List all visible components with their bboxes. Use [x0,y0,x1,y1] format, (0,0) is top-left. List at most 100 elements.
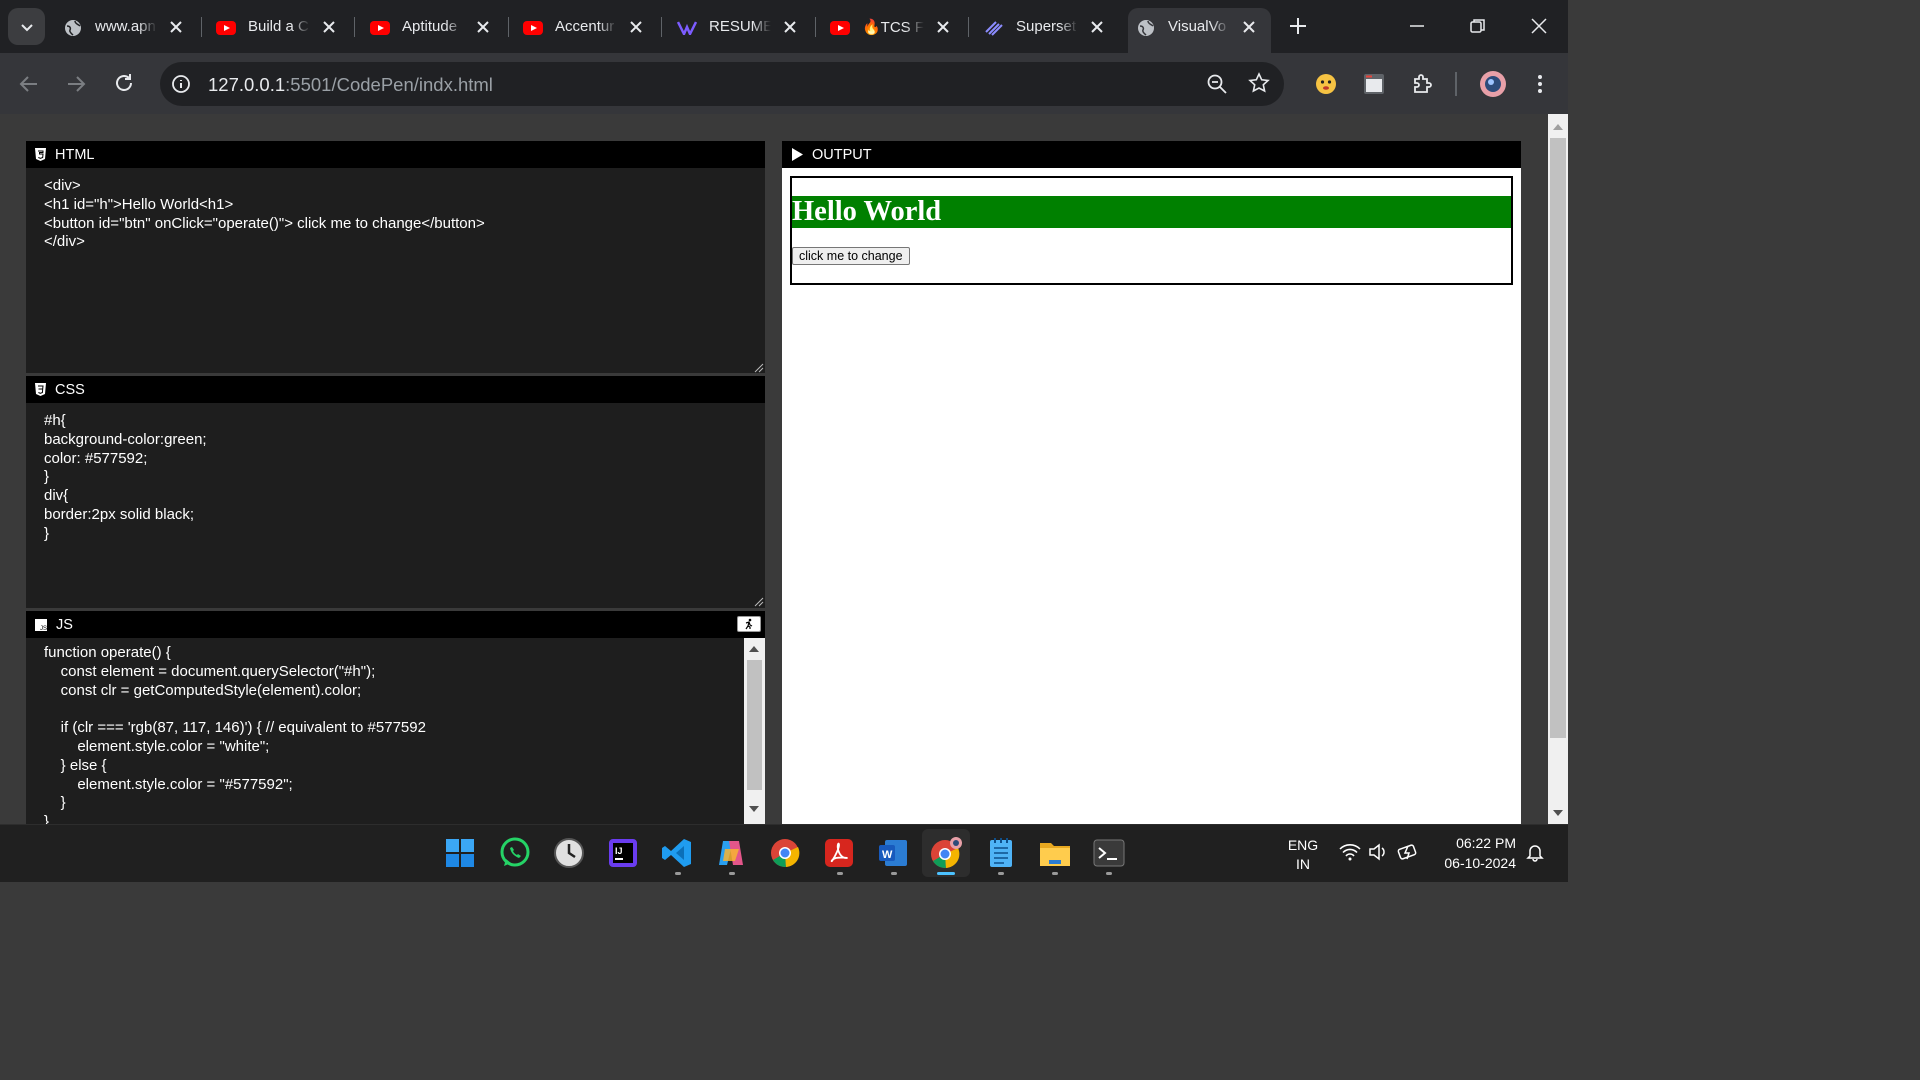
tab-title: 🔥TCS Fr [862,19,924,36]
resume-logo-icon [677,18,697,38]
battery-charging-icon[interactable] [1397,842,1421,862]
html-editor[interactable]: <div> <h1 id="h">Hello World<h1> <button… [26,168,765,373]
new-tab-plus-icon[interactable] [1288,16,1308,36]
extensions-puzzle-icon[interactable] [1410,72,1434,96]
play-icon [791,148,803,161]
clock-date: 06-10-2024 [1444,855,1516,871]
globe-icon [63,18,83,38]
close-icon[interactable] [934,18,952,36]
css3-icon [35,383,46,396]
tab-5[interactable]: 🔥TCS Fr [822,8,968,46]
forward-arrow-icon[interactable] [65,73,87,95]
output-change-button[interactable]: click me to change [792,247,910,265]
clock-app-icon[interactable] [552,836,586,870]
tab-separator [508,17,509,37]
scroll-down-arrow-icon[interactable] [748,804,760,814]
tab-title: VisualVo [1168,18,1227,35]
page-scrollbar-thumb[interactable] [1550,138,1566,738]
close-icon[interactable] [474,18,492,36]
output-div: Hello World click me to change [790,176,1513,285]
chrome-icon[interactable] [768,836,802,870]
resize-grip-icon[interactable] [754,363,764,373]
running-indicator [837,872,843,875]
running-indicator [1052,872,1058,875]
close-icon[interactable] [781,18,799,36]
file-explorer-icon[interactable] [1038,836,1072,870]
windows-start-icon[interactable] [443,836,477,870]
scroll-up-arrow-icon[interactable] [1552,122,1564,132]
running-indicator [729,872,735,875]
site-info-icon[interactable] [171,74,191,94]
html5-icon [35,148,46,161]
js-scrollbar-thumb[interactable] [747,660,762,790]
tab-7-active[interactable]: VisualVo [1128,8,1271,53]
run-button[interactable] [737,616,761,632]
tab-separator [968,17,969,37]
running-indicator [675,872,681,875]
notification-bell-icon[interactable] [1525,842,1545,862]
tab-title: RESUME [709,18,771,35]
input-language-indicator[interactable]: ENG IN [1285,836,1321,874]
tab-2[interactable]: Aptitude [362,8,508,46]
tab-0[interactable]: www.apn [55,8,201,46]
tab-separator [201,17,202,37]
close-icon[interactable] [320,18,338,36]
js-pane-title: JS [56,616,73,633]
url-path: :5501/CodePen/indx.html [285,74,493,95]
resize-grip-icon[interactable] [754,597,764,607]
url-text[interactable]: 127.0.0.1:5501/CodePen/indx.html [208,74,493,96]
close-icon[interactable] [1088,18,1106,36]
js-editor[interactable]: function operate() { const element = doc… [26,638,744,824]
chevron-down-icon [20,23,33,31]
chrome-profile-icon[interactable] [929,836,963,870]
tab-1[interactable]: Build a Cl [208,8,354,46]
tab-title: Aptitude [402,18,458,35]
reload-icon[interactable] [113,72,135,94]
tab-separator [661,17,662,37]
more-menu-icon[interactable] [1530,73,1550,95]
css-editor[interactable]: #h{ background-color:green; color: #5775… [26,403,765,608]
close-icon[interactable] [167,18,185,36]
profile-avatar-icon[interactable] [1479,70,1507,98]
window-close-icon[interactable] [1529,16,1549,36]
close-icon[interactable] [1240,18,1258,36]
tab-title: www.apn [95,18,156,35]
intellij-icon[interactable]: IJ [606,836,640,870]
tab-title: Superset [1016,18,1077,35]
vscode-icon[interactable] [660,836,694,870]
running-indicator [891,872,897,875]
extension-window-icon[interactable] [1362,72,1386,96]
bookmark-star-icon[interactable] [1248,72,1270,94]
close-icon[interactable] [627,18,645,36]
terminal-icon[interactable] [1092,836,1126,870]
tab-separator [354,17,355,37]
notepad-icon[interactable] [984,836,1018,870]
svg-text:IJ: IJ [615,846,623,856]
active-indicator [937,872,955,875]
tab-6[interactable]: Superset [976,8,1122,46]
globe-icon [1136,18,1156,38]
tab-3[interactable]: Accentur [515,8,661,46]
tab-title: Accentur [555,18,615,35]
whatsapp-icon[interactable] [498,836,532,870]
wifi-icon[interactable] [1339,843,1361,861]
copilot-icon[interactable] [714,836,748,870]
youtube-icon [830,18,850,38]
volume-icon[interactable] [1368,843,1388,861]
scroll-up-arrow-icon[interactable] [748,644,760,654]
scroll-down-arrow-icon[interactable] [1552,808,1564,818]
system-clock[interactable]: 06:22 PM 06-10-2024 [1430,833,1516,873]
js-pane-header: JS JS [26,611,765,638]
back-arrow-icon[interactable] [18,73,40,95]
running-person-icon [745,618,753,630]
tab-search-button[interactable] [8,8,45,45]
html-pane-header: HTML [26,141,765,168]
extension-emoji-icon[interactable] [1314,72,1338,96]
acrobat-icon[interactable] [822,836,856,870]
css-pane-header: CSS [26,376,765,403]
word-icon[interactable]: W [876,836,910,870]
zoom-icon[interactable] [1206,73,1228,95]
minimize-icon[interactable] [1407,16,1427,36]
restore-icon[interactable] [1468,16,1488,36]
tab-4[interactable]: RESUME [669,8,815,46]
